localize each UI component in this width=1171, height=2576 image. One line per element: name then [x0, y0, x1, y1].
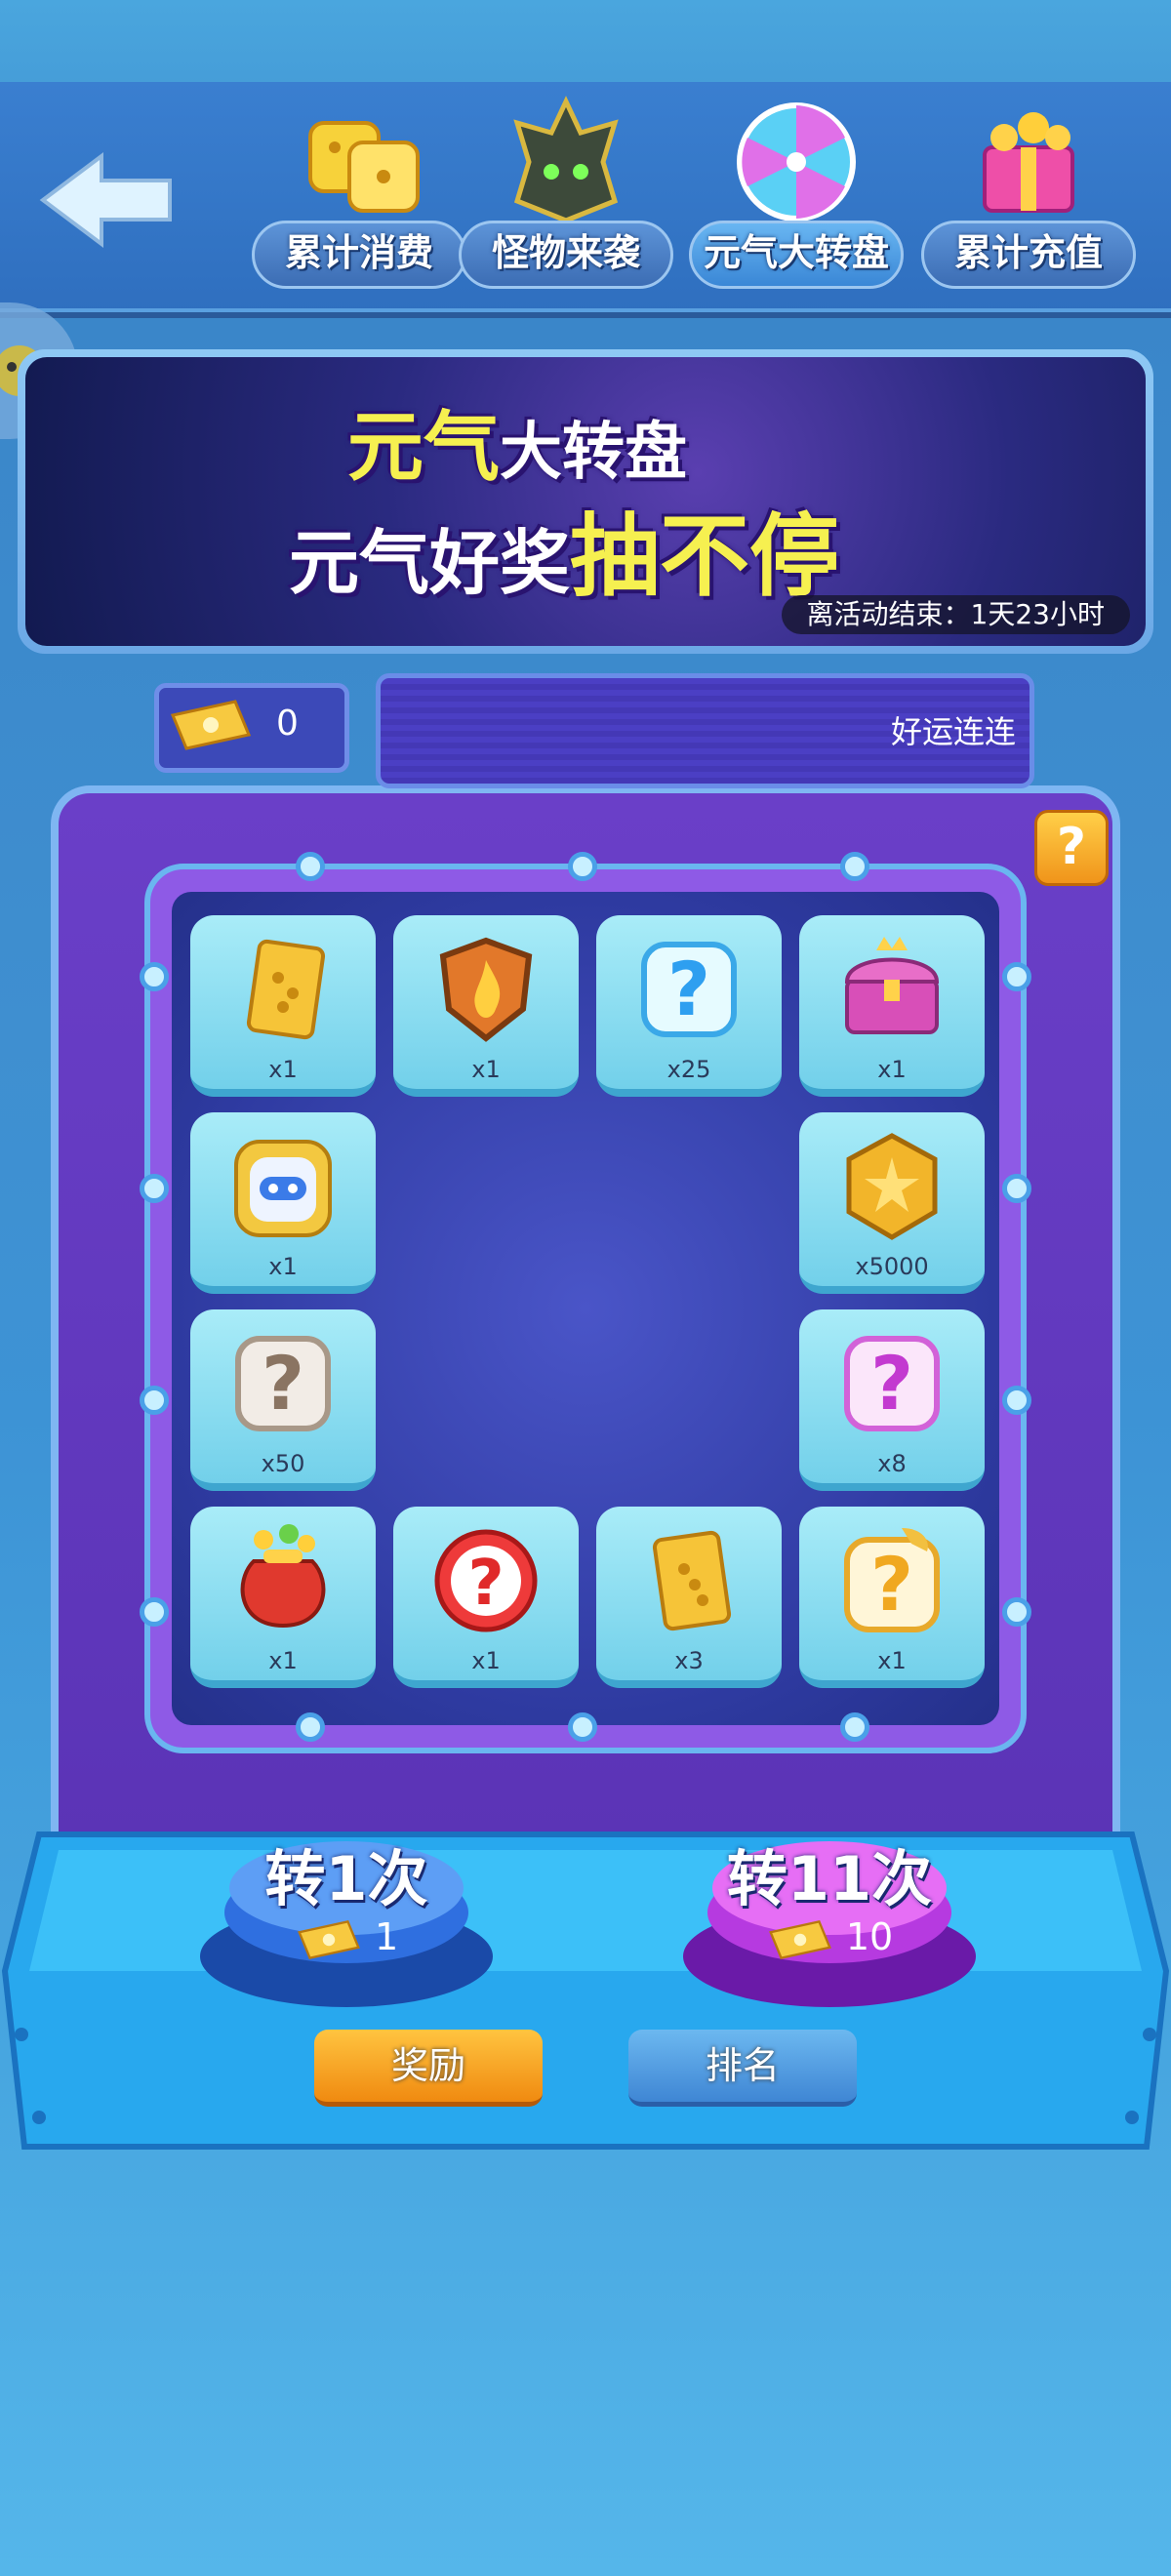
- monster-helmet-icon: [513, 96, 619, 223]
- tab-lucky-wheel[interactable]: 元气大转盘: [689, 94, 904, 289]
- banner-subtitle-b: 抽不停: [570, 504, 840, 609]
- tab-label: 元气大转盘: [689, 221, 904, 289]
- prize-qty: x1: [877, 1647, 907, 1674]
- prize-cell: x1: [190, 1112, 376, 1294]
- rank-tab-button[interactable]: 排名: [628, 2030, 857, 2107]
- lucky-bag-icon: [240, 1524, 326, 1629]
- light-dot: [140, 1174, 169, 1203]
- svg-text:?: ?: [262, 1340, 304, 1427]
- svg-text:?: ?: [667, 946, 710, 1032]
- tab-label: 怪物来袭: [459, 221, 673, 289]
- prize-qty: x1: [471, 1056, 501, 1083]
- light-dot: [840, 1712, 869, 1742]
- prize-qty: x1: [268, 1253, 298, 1280]
- svg-text:?: ?: [870, 1541, 913, 1628]
- tab-label: 累计充值: [921, 221, 1136, 289]
- spin-eleven-label: 转11次: [726, 1843, 933, 1914]
- event-countdown: 离活动结束：1天23小时: [781, 595, 1130, 634]
- light-dot: [140, 962, 169, 991]
- svg-text:?: ?: [870, 1340, 913, 1427]
- prize-qty: x3: [674, 1647, 704, 1674]
- fire-shield-icon: [439, 937, 533, 1042]
- red-mystery-icon: ?: [434, 1529, 538, 1632]
- spin-eleven-cost-row: 10: [688, 1915, 971, 1961]
- tab-cumulative-recharge[interactable]: 累计充值: [921, 94, 1136, 289]
- prize-qty: x1: [268, 1647, 298, 1674]
- light-dot: [140, 1597, 169, 1627]
- light-dot: [1002, 962, 1031, 991]
- reward-tab-button[interactable]: 奖励: [314, 2030, 543, 2107]
- tab-label: 累计消费: [252, 221, 466, 289]
- tab-monster-attack[interactable]: 怪物来袭: [459, 94, 673, 289]
- banner-title-line1: 元气大转盘: [347, 386, 687, 496]
- treasure-chest-icon: [844, 937, 940, 1034]
- dice-card-icon: [246, 939, 326, 1040]
- prize-qty: x1: [877, 1056, 907, 1083]
- gold-coin-icon: [846, 1133, 938, 1240]
- banner-title-b: 大转盘: [500, 417, 688, 489]
- prize-qty: x25: [666, 1056, 711, 1083]
- ticket-icon: [768, 1919, 831, 1959]
- spin-once-cost: 1: [374, 1915, 399, 1958]
- spin-once-button[interactable]: 转1次 1: [200, 1800, 493, 2007]
- ticket-count: 0: [276, 704, 299, 744]
- spin-once-cost-row: 1: [205, 1915, 488, 1961]
- prize-cell: x3: [596, 1507, 782, 1688]
- prize-cell: ? x1: [393, 1507, 579, 1688]
- prize-qty: x50: [261, 1450, 305, 1477]
- ticket-counter: 0: [154, 683, 349, 773]
- light-dot: [296, 852, 325, 881]
- light-dot: [568, 852, 597, 881]
- prize-cell: ? x50: [190, 1309, 376, 1491]
- event-banner: 元气大转盘 元气好奖抽不停 离活动结束：1天23小时: [18, 349, 1153, 654]
- prize-qty: x8: [877, 1450, 907, 1477]
- banner-title-a: 元气: [347, 404, 501, 492]
- marquee-text: 好运连连: [890, 713, 1016, 750]
- spin-once-label: 转1次: [264, 1843, 428, 1914]
- svg-text:?: ?: [467, 1548, 504, 1620]
- prize-cell: x1: [393, 915, 579, 1097]
- ticket-icon: [297, 1919, 360, 1959]
- ticket-icon: [170, 700, 252, 750]
- prize-cell: ? x1: [799, 1507, 985, 1688]
- light-dot: [840, 852, 869, 881]
- prize-qty: x1: [268, 1056, 298, 1083]
- tab-cumulative-spend[interactable]: 累计消费: [252, 94, 466, 289]
- prize-cell: ? x8: [799, 1309, 985, 1491]
- light-dot: [1002, 1174, 1031, 1203]
- light-dot: [140, 1386, 169, 1415]
- prize-qty: x5000: [855, 1253, 929, 1280]
- dice-card-icon: [652, 1530, 732, 1631]
- blue-mystery-icon: ?: [641, 942, 737, 1037]
- white-mystery-icon: ?: [235, 1336, 331, 1431]
- light-dot: [1002, 1597, 1031, 1627]
- banner-subtitle-a: 元气好奖: [289, 522, 571, 604]
- banner-title-line2: 元气好奖抽不停: [289, 484, 839, 614]
- spin-eleven-button[interactable]: 转11次 10: [683, 1800, 976, 2007]
- prize-cell: x1: [799, 915, 985, 1097]
- light-dot: [568, 1712, 597, 1742]
- spin-eleven-cost: 10: [845, 1915, 894, 1958]
- light-dot: [296, 1712, 325, 1742]
- gold-mystery-icon: ?: [844, 1528, 940, 1632]
- pink-mystery-icon: ?: [844, 1336, 940, 1431]
- prize-cell: ? x25: [596, 915, 782, 1097]
- gift-box-icon: [983, 112, 1074, 213]
- light-dot: [1002, 1386, 1031, 1415]
- spin-console: [1, 1831, 1170, 2150]
- gold-dice-icon: [308, 121, 420, 213]
- prize-cell: x1: [190, 1507, 376, 1688]
- help-button[interactable]: ?: [1034, 810, 1109, 886]
- back-arrow-icon[interactable]: [33, 146, 180, 254]
- prize-cell: x1: [190, 915, 376, 1097]
- wheel-icon: [737, 102, 856, 221]
- prize-cell: x5000: [799, 1112, 985, 1294]
- marquee-banner: 好运连连: [376, 673, 1034, 788]
- prize-qty: x1: [471, 1647, 501, 1674]
- robot-avatar-icon: [234, 1140, 332, 1237]
